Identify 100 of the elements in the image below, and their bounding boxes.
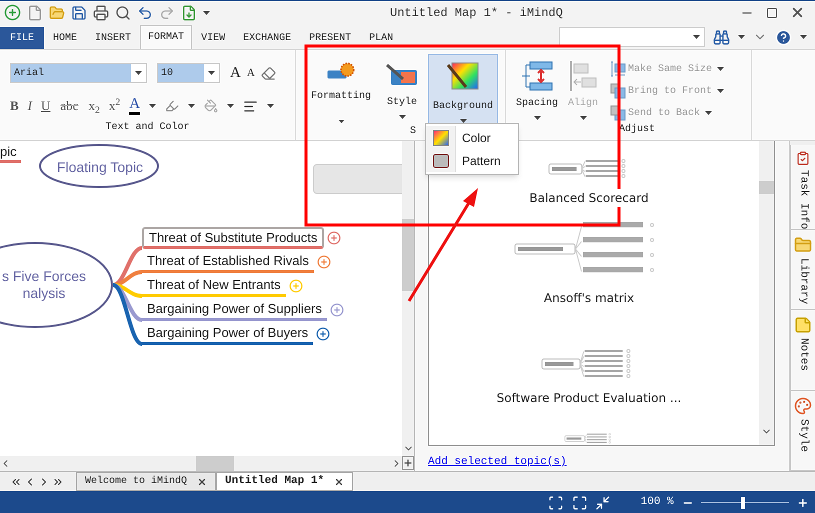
fit-selection-icon[interactable] — [595, 494, 611, 510]
group-label: Text and Color — [104, 120, 190, 135]
highlight-icon[interactable] — [165, 99, 180, 113]
pattern-swatch-icon — [432, 154, 448, 168]
format-button[interactable]: x$_{2}$ — [88, 96, 100, 116]
caret-icon — [580, 116, 587, 120]
shrink-font-button[interactable]: A — [246, 68, 255, 78]
undo-icon[interactable] — [137, 4, 153, 20]
caret-icon — [267, 104, 274, 108]
add-topics-link[interactable]: Add selected topic(s) — [428, 454, 775, 470]
format-button[interactable]: U — [41, 96, 50, 116]
maximize-button[interactable] — [766, 6, 778, 18]
scroll-thumb[interactable] — [196, 456, 234, 471]
vertical-scrollbar[interactable] — [402, 141, 414, 456]
expand-icon[interactable] — [327, 231, 342, 245]
send-back-icon — [610, 105, 626, 121]
caret-icon — [208, 71, 215, 75]
floating-topic-label: Floating Topic — [56, 158, 144, 177]
expand-icon[interactable] — [316, 255, 331, 269]
branch-topic[interactable]: Threat of New Entrants — [142, 275, 286, 297]
align-icon — [568, 60, 598, 92]
close-tab-icon[interactable] — [334, 476, 344, 486]
side-panel-tab[interactable]: Task Info — [790, 145, 815, 230]
group-label: Adjust — [619, 122, 656, 137]
side-panel-tab[interactable]: Library — [790, 230, 815, 310]
expand-icon[interactable] — [330, 303, 344, 317]
font-size-field[interactable]: 10 — [157, 63, 220, 83]
window-title: Untitled Map 1* - iMindQ — [390, 4, 563, 22]
branch-topic[interactable]: Threat of Established Rivals — [142, 251, 314, 273]
ribbon-button[interactable]: Background — [428, 54, 498, 124]
caret-icon — [227, 104, 234, 108]
bring-front-icon — [610, 83, 626, 99]
caret-icon — [188, 104, 196, 108]
new-topic-icon[interactable] — [4, 4, 21, 21]
branch-topic[interactable]: Bargaining Power of Suppliers — [142, 299, 327, 321]
caret-icon — [717, 67, 724, 71]
print-icon[interactable] — [93, 4, 109, 20]
central-topic-label: s Five Forces nalysis — [0, 268, 87, 302]
group-label: S — [410, 125, 416, 139]
ribbon-tab[interactable]: VIEW — [192, 27, 234, 49]
list-scrollbar[interactable] — [759, 141, 774, 445]
menu-item[interactable]: Pattern — [426, 149, 518, 172]
format-button[interactable]: I — [28, 96, 32, 116]
help-icon[interactable] — [775, 28, 792, 46]
caret-icon — [149, 104, 156, 108]
caret-icon — [398, 115, 406, 119]
clear-format-icon[interactable] — [260, 66, 276, 80]
format-button[interactable]: x$^{2}$ — [108, 96, 120, 116]
caret-icon — [203, 10, 210, 14]
branch-topic[interactable]: Bargaining Power of Buyers — [142, 323, 314, 345]
zoom-in-icon[interactable] — [797, 496, 809, 508]
folder-icon — [794, 236, 812, 254]
branch-topic[interactable]: Threat of Substitute Products — [142, 227, 324, 249]
ribbon-tab[interactable]: INSERT — [86, 27, 140, 49]
caret-icon — [717, 89, 724, 93]
caret-icon — [338, 120, 344, 123]
expand-icon[interactable] — [316, 327, 330, 341]
scroll-thumb[interactable] — [402, 219, 414, 291]
close-button[interactable] — [790, 5, 805, 20]
close-tab-icon[interactable] — [197, 476, 208, 486]
font-color-button[interactable]: A — [129, 97, 140, 115]
ribbon-tab[interactable]: FORMAT — [140, 25, 192, 49]
side-panel-tab[interactable]: Notes — [790, 310, 815, 391]
caret-icon — [705, 111, 712, 115]
scroll-thumb[interactable] — [759, 181, 774, 194]
fit-width-icon[interactable] — [572, 494, 588, 510]
topic-label: pic — [0, 144, 21, 163]
save-icon[interactable] — [71, 4, 87, 20]
ribbon-button[interactable]: Spacing — [514, 60, 560, 122]
ribbon-tab[interactable]: EXCHANGE — [234, 27, 300, 49]
align-text-icon[interactable] — [243, 98, 258, 114]
font-field[interactable]: Arial — [10, 63, 147, 83]
fit-page-icon[interactable] — [548, 494, 564, 510]
menu-item[interactable]: Color — [426, 126, 518, 149]
caret-icon — [534, 116, 540, 120]
find-icon[interactable] — [713, 28, 730, 46]
ribbon-tab[interactable]: PLAN — [360, 27, 402, 49]
export-icon[interactable] — [181, 4, 197, 20]
format-button[interactable]: B — [10, 96, 19, 116]
ribbon-tab[interactable]: HOME — [44, 27, 86, 49]
add-icon[interactable] — [402, 456, 414, 470]
ribbon-button[interactable]: Style — [380, 54, 424, 124]
same-size-icon — [610, 61, 626, 77]
caret-icon — [135, 71, 142, 75]
caret-icon — [693, 35, 700, 39]
caret-icon — [800, 35, 807, 39]
search-icon[interactable] — [115, 4, 131, 20]
new-file-icon[interactable] — [27, 4, 43, 20]
ribbon-button[interactable]: Formatting — [306, 54, 376, 124]
side-panel-tab[interactable]: Style — [790, 390, 815, 471]
zoom-percent: 100 % — [640, 495, 674, 510]
caret-icon — [738, 35, 745, 39]
document-tab[interactable]: Untitled Map 1* — [216, 472, 354, 491]
search-combo-field[interactable] — [559, 27, 705, 47]
grow-font-button[interactable]: A — [230, 66, 241, 80]
template-title[interactable]: Balanced Scorecard — [529, 189, 649, 207]
ribbon-tab[interactable]: FILE — [0, 27, 44, 49]
document-tab[interactable]: Welcome to iMindQ — [76, 472, 216, 491]
zoom-slider[interactable] — [701, 496, 790, 508]
ribbon-tab[interactable]: PRESENT — [300, 27, 360, 49]
